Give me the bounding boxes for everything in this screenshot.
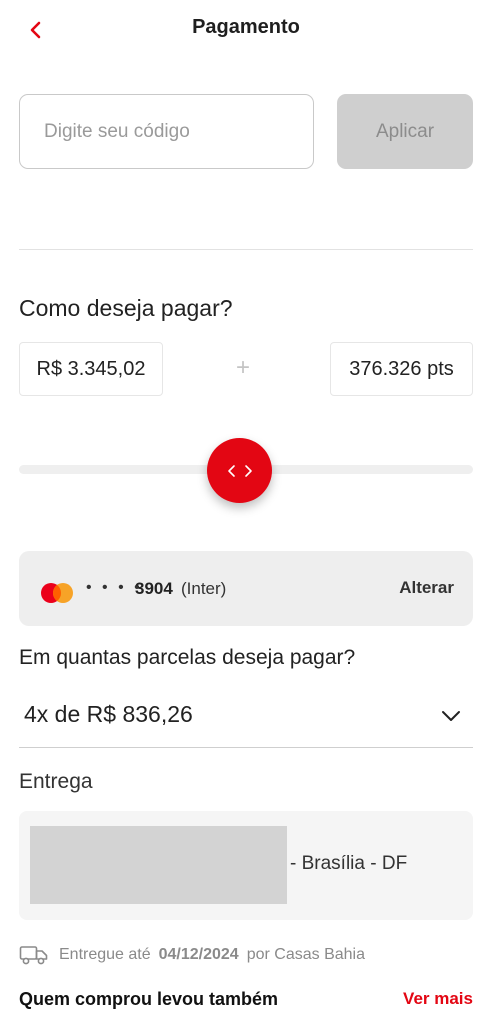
plus-sign: +	[236, 354, 251, 381]
change-card-button[interactable]: Alterar	[399, 578, 454, 598]
payment-method-title: Como deseja pagar?	[19, 295, 233, 321]
header: Pagamento	[0, 0, 492, 58]
page-title: Pagamento	[192, 16, 300, 38]
see-more-link[interactable]: Ver mais	[403, 989, 473, 1009]
divider	[19, 249, 473, 250]
delivery-seller: por Casas Bahia	[246, 946, 365, 963]
address-city: - Brasília - DF	[290, 853, 408, 874]
installments-value: 4x de R$ 836,26	[24, 701, 193, 727]
card-last-digits: 3904	[135, 579, 173, 598]
points-amount-value: 376.326 pts	[349, 357, 454, 380]
recommendations-title: Quem comprou levou também	[19, 989, 279, 1009]
card-bank: (Inter)	[181, 579, 227, 598]
installments-title: Em quantas parcelas deseja pagar?	[19, 646, 356, 669]
selected-card[interactable]: • • • • 3904 (Inter) Alterar	[19, 551, 473, 626]
redacted-address	[30, 826, 287, 904]
apply-coupon-button[interactable]: Aplicar	[337, 94, 473, 169]
drag-arrows-icon	[227, 464, 252, 477]
delivery-address: - Brasília - DF	[19, 811, 473, 920]
delivery-prefix: Entregue até	[59, 946, 151, 963]
chevron-down-icon	[442, 711, 460, 721]
mastercard-icon	[41, 583, 73, 603]
slider-handle[interactable]	[207, 438, 272, 503]
money-amount-value: R$ 3.345,02	[36, 357, 146, 380]
money-amount-field[interactable]: R$ 3.345,02	[19, 342, 163, 396]
installments-select[interactable]: 4x de R$ 836,26	[19, 692, 473, 748]
delivery-estimate: Entregue até 04/12/2024 por Casas Bahia	[19, 943, 365, 967]
coupon-code-input[interactable]	[19, 94, 314, 169]
truck-icon	[19, 946, 48, 965]
delivery-title: Entrega	[19, 770, 93, 793]
payment-screen: Pagamento Aplicar Como deseja pagar? R$ …	[0, 0, 492, 1024]
delivery-date: 04/12/2024	[158, 946, 239, 963]
points-amount-field[interactable]: 376.326 pts	[330, 342, 473, 396]
